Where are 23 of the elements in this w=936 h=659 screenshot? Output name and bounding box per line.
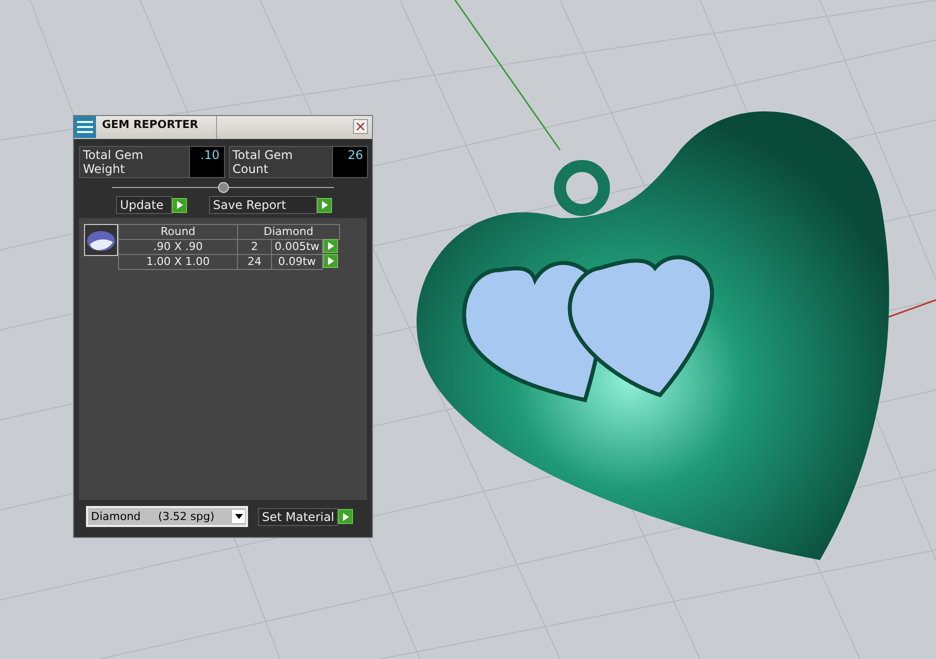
table-cell: 0.09tw bbox=[271, 254, 323, 270]
action-button[interactable]: Update bbox=[116, 196, 172, 214]
total-label: Total Gem Count bbox=[232, 147, 294, 177]
close-icon bbox=[356, 122, 365, 131]
play-button[interactable] bbox=[317, 198, 332, 212]
table-cell: 1.00 X 1.00 bbox=[118, 254, 238, 270]
column-header: Round bbox=[118, 224, 238, 240]
table-cell: 24 bbox=[237, 254, 272, 270]
play-button[interactable] bbox=[338, 509, 354, 524]
play-icon bbox=[322, 201, 328, 209]
total-value: .10 bbox=[188, 147, 224, 177]
play-button[interactable] bbox=[172, 198, 187, 212]
set-material-button[interactable]: Set Material bbox=[258, 508, 338, 526]
close-button[interactable] bbox=[353, 119, 368, 134]
app-icon bbox=[74, 116, 96, 138]
total-value: 26 bbox=[332, 147, 367, 177]
play-icon bbox=[342, 512, 349, 520]
action-button[interactable]: Save Report bbox=[209, 196, 317, 214]
total-label: Total Gem Weight bbox=[82, 147, 144, 177]
collapse-handle[interactable] bbox=[218, 182, 228, 192]
window-title: GEM REPORTER bbox=[96, 116, 217, 139]
material-dropdown[interactable]: Diamond (3.52 spg) bbox=[86, 506, 248, 527]
play-icon bbox=[176, 201, 182, 209]
